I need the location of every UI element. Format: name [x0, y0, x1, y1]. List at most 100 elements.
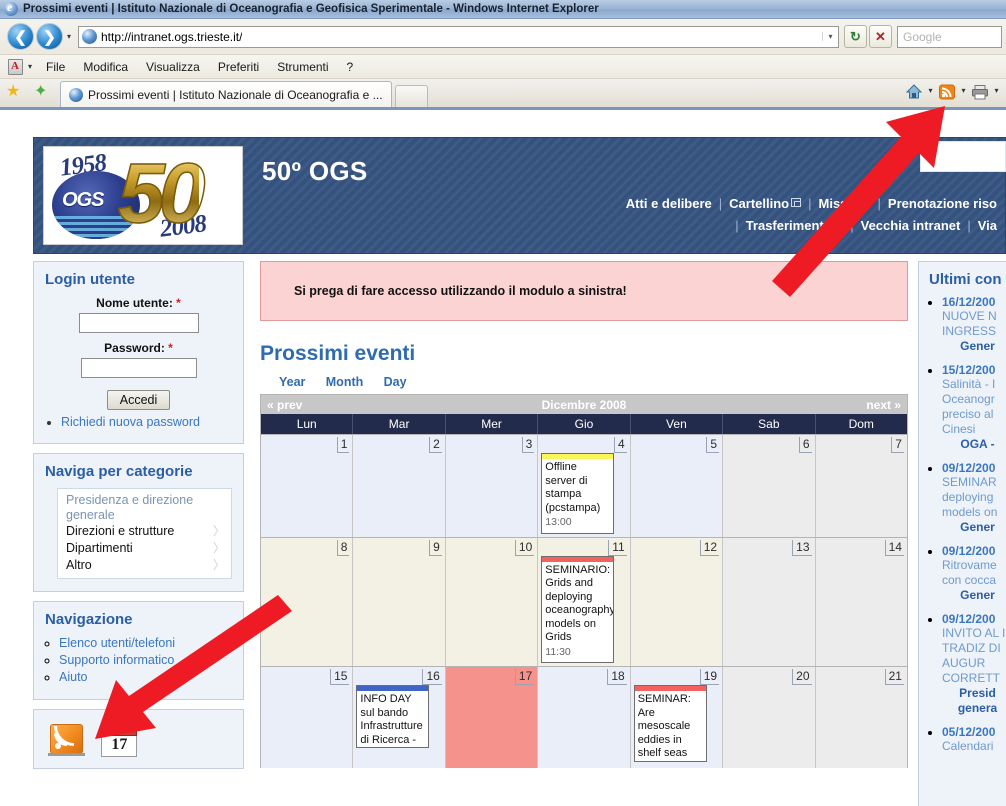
calendar-day-cell[interactable]: 10: [445, 537, 539, 666]
calendar-day-number: 11: [608, 539, 627, 556]
calendar-day-cell[interactable]: 3: [445, 435, 539, 537]
site-search-input[interactable]: [920, 141, 1006, 172]
rss-caret-icon[interactable]: ▾: [958, 86, 969, 98]
recent-item-category: Gener: [960, 588, 995, 602]
calendar-day-number: 2: [429, 437, 442, 453]
password-input[interactable]: [80, 358, 197, 378]
pdf-toolbar-icon[interactable]: [8, 58, 23, 75]
list-item[interactable]: 16/12/200NUOVE N INGRESSGener: [942, 295, 1006, 354]
topnav-atti-e-delibere[interactable]: Atti e delibere: [626, 196, 712, 211]
calendar-day-cell[interactable]: 11 SEMINARIO: Grids and deploying oceanog…: [538, 537, 631, 666]
login-submit-button[interactable]: Accedi: [106, 390, 171, 410]
categories-heading: Naviga per categorie: [45, 463, 193, 480]
calendar-day-cell[interactable]: 20: [723, 667, 816, 768]
calendar-event-title: SEMINARIO: Grids and deploying oceanogra…: [545, 563, 615, 644]
nav-link-elenco-utenti-telefoni[interactable]: Elenco utenti/telefoni: [59, 636, 175, 650]
forward-button[interactable]: ❯: [36, 23, 63, 50]
recent-item-category: Presid genera: [957, 686, 998, 715]
calendar-event[interactable]: SEMINARIO: Grids and deploying oceanogra…: [541, 555, 615, 663]
rss-feed-toolbar-icon[interactable]: [937, 82, 957, 102]
username-input[interactable]: [78, 313, 199, 333]
calendar-day-cell[interactable]: 17: [445, 667, 539, 768]
calendar-day-cell[interactable]: 8: [261, 537, 354, 666]
tab-month[interactable]: Month: [326, 375, 363, 389]
calendar-icon[interactable]: 17: [98, 719, 140, 759]
list-item[interactable]: 09/12/200Ritrovame con coccaGener: [942, 544, 1006, 603]
calendar-event[interactable]: SEMINAR: Are mesoscale eddies in shelf s…: [633, 685, 707, 762]
status-message: Si prega di fare accesso utilizzando il …: [260, 261, 908, 321]
calendar-day-cell[interactable]: 21: [815, 667, 907, 768]
topnav-via[interactable]: Via: [978, 218, 997, 233]
calendar-day-cell[interactable]: 1: [261, 435, 354, 537]
calendar-next-button[interactable]: next »: [866, 398, 901, 412]
weekday-dom: Dom: [848, 417, 874, 431]
calendar-day-cell[interactable]: 19 SEMINAR: Are mesoscale eddies in shelf…: [630, 667, 724, 768]
calendar-day-cell[interactable]: 16 INFO DAY sul bando Infrastrutture di R…: [353, 667, 446, 768]
menu-item-modifica[interactable]: Modifica: [74, 55, 137, 79]
recent-item-title: NUOVE N INGRESS: [942, 309, 997, 338]
calendar-day-number: 17: [111, 736, 128, 753]
calendar-event[interactable]: Offline server di stampa (pcstampa) 13:00: [541, 453, 615, 534]
nav-link-aiuto[interactable]: Aiuto: [59, 670, 88, 684]
category-item-direzioni-e-strutture[interactable]: Direzioni e strutture 〉: [66, 523, 225, 540]
request-new-password-link[interactable]: Richiedi nuova password: [61, 415, 200, 429]
calendar-nav-inner: « prev Dicembre 2008 next »: [267, 398, 901, 412]
calendar-day-cell[interactable]: 12: [630, 537, 724, 666]
address-history-caret-icon[interactable]: ▾: [822, 32, 838, 41]
topnav-missioni[interactable]: Missioni: [819, 196, 871, 211]
page-title: Prossimi eventi: [260, 342, 416, 365]
recent-pages-dropdown-icon[interactable]: ▾: [63, 32, 75, 41]
calendar-event[interactable]: INFO DAY sul bando Infrastrutture di Ric…: [356, 685, 430, 748]
calendar-day-cell[interactable]: 2: [353, 435, 446, 537]
topnav-vecchia-intranet[interactable]: Vecchia intranet: [861, 218, 961, 233]
address-input[interactable]: http://intranet.ogs.trieste.it/ ▾: [78, 25, 839, 48]
calendar-event-time: 11:30: [545, 645, 571, 658]
calendar-day-cell[interactable]: 6: [723, 435, 816, 537]
calendar-day-cell[interactable]: 5: [630, 435, 724, 537]
calendar-day-cell[interactable]: 14: [815, 537, 907, 666]
calendar-day-cell[interactable]: 15: [261, 667, 354, 768]
menu-item-file[interactable]: File: [37, 55, 74, 79]
refresh-button[interactable]: ↻: [844, 25, 867, 48]
calendar-prev-button[interactable]: « prev: [267, 398, 302, 412]
browser-search-input[interactable]: Google: [897, 25, 1002, 48]
rss-feed-icon[interactable]: [45, 720, 88, 759]
nav-link-supporto-informatico[interactable]: Supporto informatico: [59, 653, 174, 667]
window-title-bar: Prossimi eventi | Istituto Nazionale di …: [0, 0, 1006, 19]
print-caret-icon[interactable]: ▾: [991, 86, 1002, 98]
calendar-body: 1 2 3 4 Offline server di stampa (pcstampa) 1…: [261, 434, 907, 768]
tab-year[interactable]: Year: [279, 375, 305, 389]
topnav-prenotazione-risorse[interactable]: Prenotazione riso: [888, 196, 997, 211]
topnav-cartellino[interactable]: Cartellino: [729, 196, 789, 211]
menu-item-help[interactable]: ?: [338, 55, 363, 79]
calendar-day-cell[interactable]: 9: [353, 537, 446, 666]
calendar-day-cell[interactable]: 18: [538, 667, 631, 768]
list-item[interactable]: 15/12/200Salinità - I Oceanogr preciso a…: [942, 363, 1006, 452]
print-icon[interactable]: [970, 82, 990, 102]
menu-item-strumenti[interactable]: Strumenti: [268, 55, 337, 79]
topnav-trasferimento-file[interactable]: Trasferimento fi: [746, 218, 844, 233]
list-item[interactable]: 05/12/200Calendari: [942, 725, 1006, 754]
list-item: Richiedi nuova password: [61, 415, 232, 429]
right-sidebar-heading: Ultimi con: [929, 271, 1002, 288]
menu-item-visualizza[interactable]: Visualizza: [137, 55, 209, 79]
calendar-day-cell[interactable]: 4 Offline server di stampa (pcstampa) 13:0…: [538, 435, 631, 537]
list-item[interactable]: 09/12/200SEMINAR deploying models onGene…: [942, 461, 1006, 535]
add-to-favorites-icon[interactable]: ✦: [34, 83, 54, 101]
new-tab-button[interactable]: [394, 85, 428, 107]
calendar-day-cell[interactable]: 13: [723, 537, 816, 666]
menu-item-preferiti[interactable]: Preferiti: [209, 55, 268, 79]
stop-button[interactable]: ✕: [869, 25, 892, 48]
calendar-day-cell[interactable]: 7: [815, 435, 907, 537]
back-button[interactable]: ❮: [7, 23, 34, 50]
calendar-day-number: 20: [792, 669, 812, 685]
favorites-center-icon[interactable]: ★: [6, 83, 26, 101]
home-caret-icon[interactable]: ▾: [925, 86, 936, 98]
category-item-altro[interactable]: Altro 〉: [66, 557, 225, 574]
home-icon[interactable]: [904, 82, 924, 102]
browser-tab-active[interactable]: Prossimi eventi | Istituto Nazionale di …: [60, 81, 392, 107]
list-item[interactable]: 09/12/200INVITO AL IL TRADIZ DI AUGUR CO…: [942, 612, 1006, 716]
tab-day[interactable]: Day: [384, 375, 407, 389]
pdf-toolbar-caret-icon[interactable]: ▾: [23, 62, 37, 71]
category-item-dipartimenti[interactable]: Dipartimenti 〉: [66, 540, 225, 557]
